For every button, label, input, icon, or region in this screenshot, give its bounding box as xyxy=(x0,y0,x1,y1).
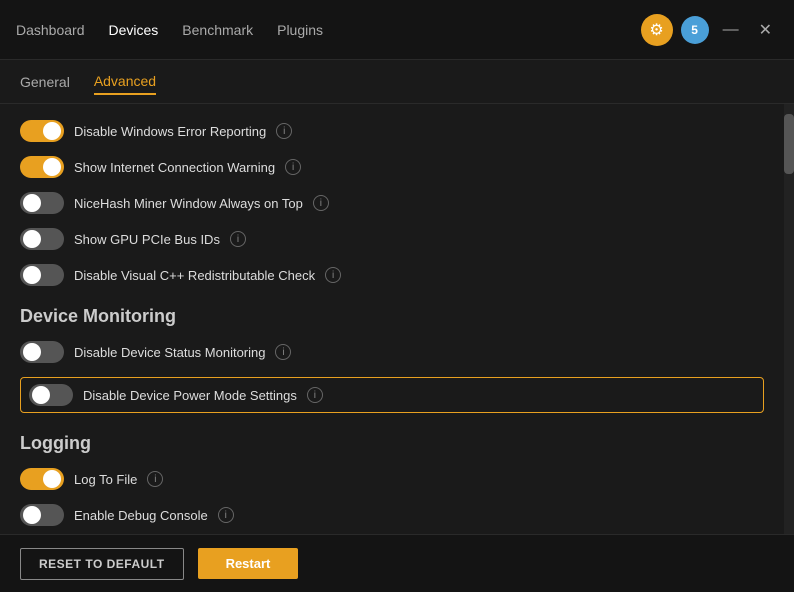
toggle-knob xyxy=(23,194,41,212)
label-nicehash-always-top: NiceHash Miner Window Always on Top xyxy=(74,196,303,211)
info-icon-enable-debug-console[interactable]: i xyxy=(218,507,234,523)
toggle-enable-debug-console[interactable] xyxy=(20,504,64,526)
label-show-gpu-pcie: Show GPU PCIe Bus IDs xyxy=(74,232,220,247)
tab-bar: General Advanced xyxy=(0,60,794,104)
nav-devices[interactable]: Devices xyxy=(109,18,159,42)
label-disable-error-reporting: Disable Windows Error Reporting xyxy=(74,124,266,139)
toggle-disable-error-reporting[interactable] xyxy=(20,120,64,142)
toggle-disable-device-power[interactable] xyxy=(29,384,73,406)
tab-general[interactable]: General xyxy=(20,70,70,94)
info-icon-log-to-file[interactable]: i xyxy=(147,471,163,487)
toggle-row-enable-debug-console: Enable Debug Console i xyxy=(20,504,764,526)
titlebar: Dashboard Devices Benchmark Plugins ⚙ 5 … xyxy=(0,0,794,60)
toggle-knob xyxy=(43,122,61,140)
label-enable-debug-console: Enable Debug Console xyxy=(74,508,208,523)
settings-gear-icon[interactable]: ⚙ xyxy=(641,14,673,46)
toggle-row-show-gpu-pcie: Show GPU PCIe Bus IDs i xyxy=(20,228,764,250)
nav-dashboard[interactable]: Dashboard xyxy=(16,18,85,42)
toggle-log-to-file[interactable] xyxy=(20,468,64,490)
toggle-knob xyxy=(23,230,41,248)
main-content: Disable Windows Error Reporting i Show I… xyxy=(0,104,794,534)
toggle-row-nicehash-always-top: NiceHash Miner Window Always on Top i xyxy=(20,192,764,214)
toggle-knob xyxy=(23,266,41,284)
close-button[interactable]: ✕ xyxy=(753,16,778,44)
notification-badge[interactable]: 5 xyxy=(681,16,709,44)
toggle-knob xyxy=(32,386,50,404)
toggle-knob xyxy=(43,158,61,176)
toggle-row-log-to-file: Log To File i xyxy=(20,468,764,490)
scrollbar-track[interactable] xyxy=(784,104,794,534)
toggle-row-disable-device-status: Disable Device Status Monitoring i xyxy=(20,341,764,363)
toggle-show-gpu-pcie[interactable] xyxy=(20,228,64,250)
nav-benchmark[interactable]: Benchmark xyxy=(182,18,253,42)
nav-menu: Dashboard Devices Benchmark Plugins xyxy=(16,18,641,42)
label-disable-device-status: Disable Device Status Monitoring xyxy=(74,345,265,360)
scrollbar-thumb[interactable] xyxy=(784,114,794,174)
settings-scroll-area[interactable]: Disable Windows Error Reporting i Show I… xyxy=(0,104,784,534)
info-icon-disable-device-status[interactable]: i xyxy=(275,344,291,360)
section-header-device-monitoring: Device Monitoring xyxy=(20,306,764,327)
toggle-knob xyxy=(43,470,61,488)
toggle-disable-visual-cpp[interactable] xyxy=(20,264,64,286)
minimize-button[interactable]: — xyxy=(717,17,745,43)
restart-button[interactable]: Restart xyxy=(198,548,299,579)
info-icon-show-internet-warning[interactable]: i xyxy=(285,159,301,175)
toggle-show-internet-warning[interactable] xyxy=(20,156,64,178)
titlebar-controls: ⚙ 5 — ✕ xyxy=(641,14,778,46)
bottom-bar: RESET TO DEFAULT Restart xyxy=(0,534,794,592)
toggle-nicehash-always-top[interactable] xyxy=(20,192,64,214)
info-icon-show-gpu-pcie[interactable]: i xyxy=(230,231,246,247)
toggle-disable-device-status[interactable] xyxy=(20,341,64,363)
label-show-internet-warning: Show Internet Connection Warning xyxy=(74,160,275,175)
toggle-row-disable-error-reporting: Disable Windows Error Reporting i xyxy=(20,120,764,142)
info-icon-disable-device-power[interactable]: i xyxy=(307,387,323,403)
label-disable-device-power: Disable Device Power Mode Settings xyxy=(83,388,297,403)
label-log-to-file: Log To File xyxy=(74,472,137,487)
nav-plugins[interactable]: Plugins xyxy=(277,18,323,42)
info-icon-nicehash-always-top[interactable]: i xyxy=(313,195,329,211)
toggle-knob xyxy=(23,506,41,524)
info-icon-disable-visual-cpp[interactable]: i xyxy=(325,267,341,283)
highlighted-row-disable-device-power: Disable Device Power Mode Settings i xyxy=(20,377,764,413)
label-disable-visual-cpp: Disable Visual C++ Redistributable Check xyxy=(74,268,315,283)
toggle-row-disable-visual-cpp: Disable Visual C++ Redistributable Check… xyxy=(20,264,764,286)
section-header-logging: Logging xyxy=(20,433,764,454)
reset-to-default-button[interactable]: RESET TO DEFAULT xyxy=(20,548,184,580)
tab-advanced[interactable]: Advanced xyxy=(94,69,156,95)
info-icon-disable-error-reporting[interactable]: i xyxy=(276,123,292,139)
toggle-knob xyxy=(23,343,41,361)
toggle-row-show-internet-warning: Show Internet Connection Warning i xyxy=(20,156,764,178)
